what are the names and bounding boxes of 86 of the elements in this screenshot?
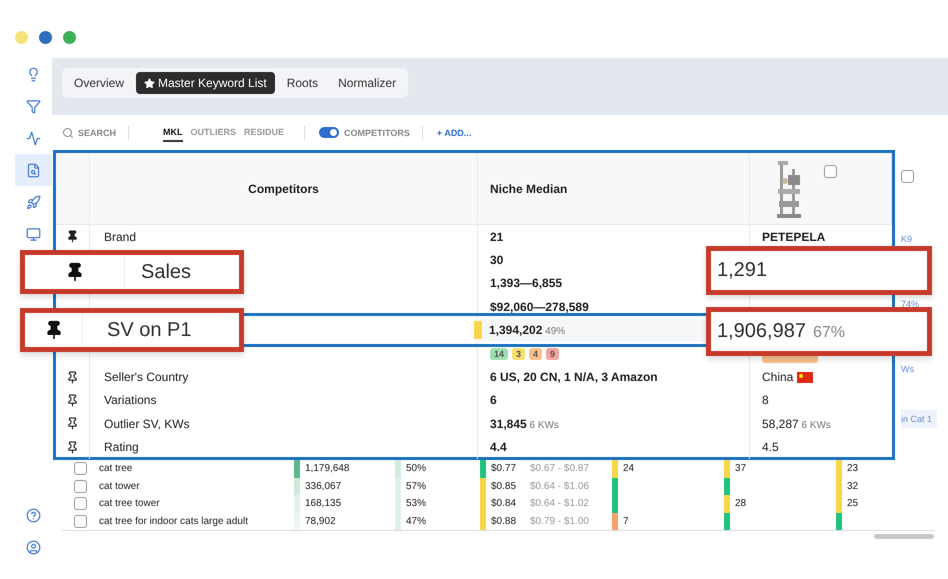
table-cell-text: Ws [901,364,915,374]
table-cell-text: K9 [901,234,914,244]
row-label: Seller's Country [104,370,188,384]
checkbox[interactable] [824,165,837,178]
table-cell: 31,845 6 KWs [490,416,559,431]
pin-icon[interactable] [66,394,79,407]
checkbox[interactable] [901,170,914,183]
strength-badge: 9 [546,348,560,360]
table-cell: 6 [490,393,497,408]
table-cell: 7 [623,516,629,527]
tab[interactable]: Master Keyword List [136,72,275,94]
window-dot[interactable] [39,31,52,44]
table-cell: 336,067 [305,480,342,492]
table-cell: 23 [847,463,858,474]
toggle-label: COMPETITORS [344,128,410,138]
tab[interactable]: Roots [278,72,326,94]
checkbox[interactable] [74,514,87,528]
table-cell: $0.67 - $0.87 [530,463,589,474]
column-header: Competitors [248,182,319,196]
scrollbar[interactable] [874,534,934,539]
table-cell: $0.77 [491,463,516,474]
callout-value: 1,906,987 67% [716,320,846,343]
table-cell: 78,902 [305,516,336,527]
table-cell: $0.84 [491,498,516,510]
table-cell: 168,135 [305,498,342,510]
callout-label: Sales [140,260,192,284]
table-cell: 6 US, 20 CN, 1 N/A, 3 Amazon [490,370,658,384]
strength-badge: 4 [529,348,542,360]
table-cell: $0.85 [491,480,516,492]
window-dot[interactable] [15,31,28,44]
strength-badge: 14 [490,348,508,360]
table-cell: 50% [406,463,426,474]
table-cell: 1,393—6,855 [490,276,562,290]
view-tab[interactable]: MKL [163,124,183,142]
table-cell-text: 74% [901,299,920,309]
table-cell: 1,179,648 [305,463,350,474]
table-cell: 24 [623,463,634,474]
table-cell: 58,287 6 KWs [762,416,831,431]
checkbox[interactable] [74,497,87,510]
pin-icon[interactable] [66,417,79,430]
table-cell: $0.88 [491,516,516,527]
table-cell: China [762,370,794,384]
keyword-cell: cat tree [99,463,132,474]
toggle-switch[interactable] [319,127,340,138]
table-cell: 30 [490,253,504,268]
callout-label: SV on P1 [106,318,192,342]
table-cell: 28 [735,498,746,510]
table-cell: 8 [762,393,769,408]
tab[interactable]: Overview [66,72,132,94]
table-cell: 4.5 [762,440,779,454]
keyword-cell: cat tower [99,480,140,492]
table-cell: $0.64 - $1.02 [530,498,589,510]
table-cell: 21 [490,230,504,244]
table-cell: 1,394,202 49% [489,323,566,338]
keyword-cell: cat tree for indoor cats large adult [99,516,248,527]
keyword-cell: cat tree tower [99,498,160,510]
row-label: Brand [104,230,136,244]
row-label: Outlier SV, KWs [104,416,190,431]
pin-icon[interactable] [66,440,79,454]
table-cell: 53% [406,498,426,510]
checkbox[interactable] [74,462,87,476]
strength-badge: 3 [512,348,526,360]
table-cell: 25 [847,498,858,510]
level-bar [474,321,482,340]
search-button[interactable]: SEARCH [62,126,116,138]
add-button[interactable]: + ADD... [436,128,472,138]
table-cell: PETEPELA [762,230,826,244]
pin-icon[interactable] [66,230,79,244]
table-cell: 47% [406,516,426,527]
table-cell: $0.64 - $1.06 [530,480,589,492]
table-cell: 4.4 [490,440,507,454]
table-cell: 32 [847,480,858,492]
document-search-icon[interactable] [15,154,52,186]
table-cell: $92,060—278,589 [490,300,589,314]
tab[interactable]: Normalizer [330,72,404,94]
checkbox[interactable] [74,480,87,493]
table-cell: $0.79 - $1.00 [530,516,589,527]
table-cell: 57% [406,480,426,492]
search-icon [62,126,74,138]
window-dot[interactable] [63,31,76,44]
pin-icon[interactable] [66,370,79,384]
callout-value: 1,291 [716,259,768,282]
row-label: Variations [104,393,156,408]
row-label: Rating [104,440,139,454]
table-cell: 37 [735,463,746,474]
column-header: Niche Median [490,182,568,196]
